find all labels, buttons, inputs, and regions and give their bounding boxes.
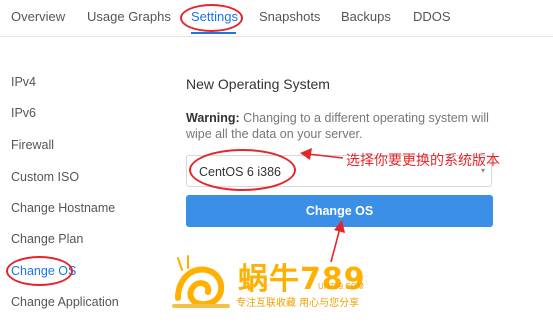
top-tab-bar: Overview Usage Graphs Settings Snapshots… [0,0,553,37]
section-title: New Operating System [186,76,330,92]
sidebar-item-ipv6[interactable]: IPv6 [11,106,36,120]
sidebar-item-ipv4[interactable]: IPv4 [11,75,36,89]
sidebar-item-custom-iso[interactable]: Custom ISO [11,170,79,184]
change-os-button[interactable]: Change OS [186,195,493,227]
watermark-main-text: 蜗牛789 [238,262,366,297]
tab-overview[interactable]: Overview [11,9,65,24]
sidebar-item-firewall[interactable]: Firewall [11,138,54,152]
warning-message: Warning: Changing to a different operati… [186,110,506,142]
annotation-circle-change-os [6,256,73,286]
watermark-logo: 蜗牛789 UN789.COM 专注互联收藏 用心与您分享 [168,250,398,312]
tab-backups[interactable]: Backups [341,9,391,24]
tab-snapshots[interactable]: Snapshots [259,9,320,24]
page: Overview Usage Graphs Settings Snapshots… [0,0,553,324]
watermark-url: UN789.COM [318,282,364,291]
tab-ddos[interactable]: DDOS [413,9,451,24]
sidebar-item-change-hostname[interactable]: Change Hostname [11,201,115,215]
snail-logo-icon [172,255,230,308]
watermark-subtitle: 专注互联收藏 用心与您分享 [236,298,360,309]
warning-label: Warning: [186,111,240,125]
tab-usage-graphs[interactable]: Usage Graphs [87,9,171,24]
sidebar-item-change-plan[interactable]: Change Plan [11,232,83,246]
annotation-circle-settings [180,4,243,32]
sidebar-item-change-application[interactable]: Change Application [11,295,119,309]
active-tab-indicator [191,32,236,34]
annotation-circle-os-select [189,149,296,191]
annotation-text: 选择你要更换的系统版本 [346,153,500,169]
